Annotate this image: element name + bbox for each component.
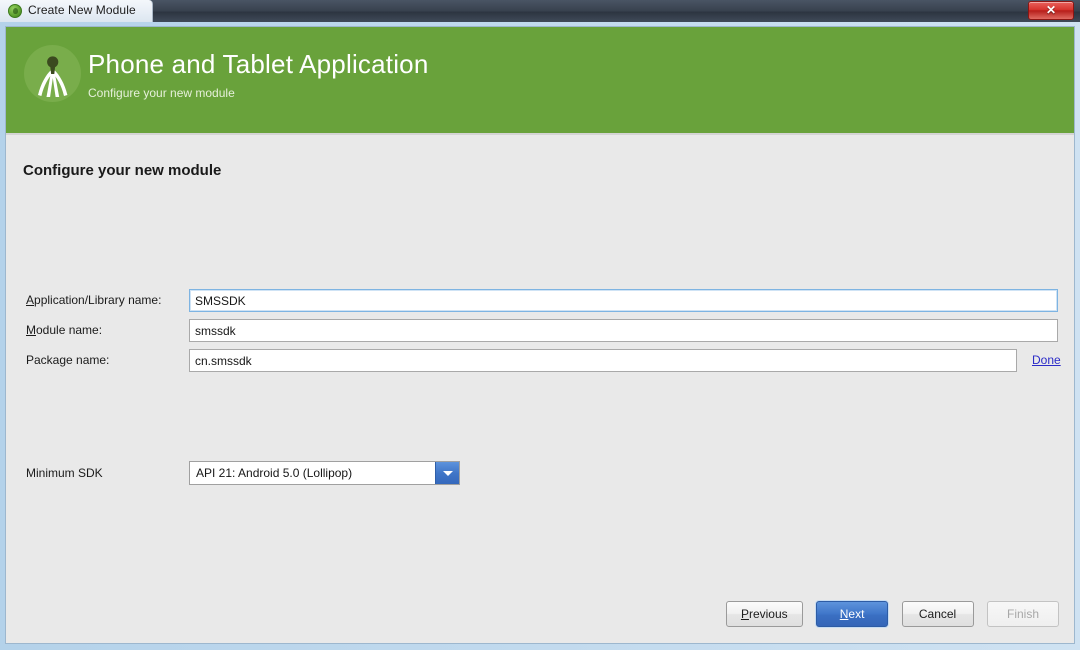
next-button[interactable]: Next [816, 601, 889, 627]
window-frame: Phone and Tablet Application Configure y… [0, 22, 1080, 650]
package-name-done-link[interactable]: Done [1032, 353, 1061, 367]
previous-button[interactable]: Previous [725, 601, 803, 627]
field-row-module-name: Module name: [6, 319, 1074, 343]
minimum-sdk-label: Minimum SDK [26, 466, 103, 480]
minimum-sdk-dropdown[interactable]: API 21: Android 5.0 (Lollipop) [189, 461, 460, 485]
wizard-subtitle: Configure your new module [88, 86, 235, 100]
create-new-module-dialog: Create New Module ✕ Phone and Tablet App… [0, 0, 1080, 650]
package-name-input[interactable] [189, 349, 1017, 372]
window-title: Create New Module [28, 3, 136, 17]
package-name-label: Package name: [26, 353, 109, 367]
chevron-down-icon[interactable] [435, 462, 459, 484]
module-name-input[interactable] [189, 319, 1058, 342]
label-prefix: Cancel [918, 607, 957, 621]
cancel-button[interactable]: Cancel [901, 601, 974, 627]
dialog-client-area: Phone and Tablet Application Configure y… [5, 26, 1075, 644]
minimum-sdk-value: API 21: Android 5.0 (Lollipop) [196, 466, 353, 480]
label-suffix: odule name: [36, 323, 103, 337]
application-name-input[interactable] [189, 289, 1058, 312]
label-prefix: Package name: [26, 353, 110, 367]
close-icon: ✕ [1045, 3, 1057, 17]
label-mnemonic: M [26, 323, 36, 337]
label-mnemonic: A [26, 293, 35, 307]
page-title: Configure your new module [23, 162, 222, 179]
label-suffix: pplication/Library name: [34, 293, 162, 307]
module-name-label: Module name: [26, 323, 102, 337]
field-row-application-name: Application/Library name: [6, 289, 1074, 313]
label-suffix: revious [748, 607, 788, 621]
dialog-button-bar: Previous Next Cancel Finish [717, 601, 1059, 627]
titlebar-glass [150, 0, 1080, 22]
window-titlebar: Create New Module ✕ [0, 0, 1080, 22]
dialog-body: Configure your new module Application/Li… [6, 135, 1074, 643]
android-studio-compass-icon [24, 45, 81, 102]
label-prefix: Finish [1006, 607, 1039, 621]
close-button[interactable]: ✕ [1028, 1, 1074, 20]
android-studio-icon [8, 4, 22, 18]
label-mnemonic: P [740, 607, 749, 621]
wizard-header: Phone and Tablet Application Configure y… [6, 27, 1074, 133]
field-row-package-name: Package name: Done [6, 349, 1074, 373]
label-suffix: ext [848, 607, 865, 621]
application-name-label: Application/Library name: [26, 293, 161, 307]
finish-button: Finish [987, 601, 1059, 627]
wizard-title: Phone and Tablet Application [88, 49, 429, 79]
